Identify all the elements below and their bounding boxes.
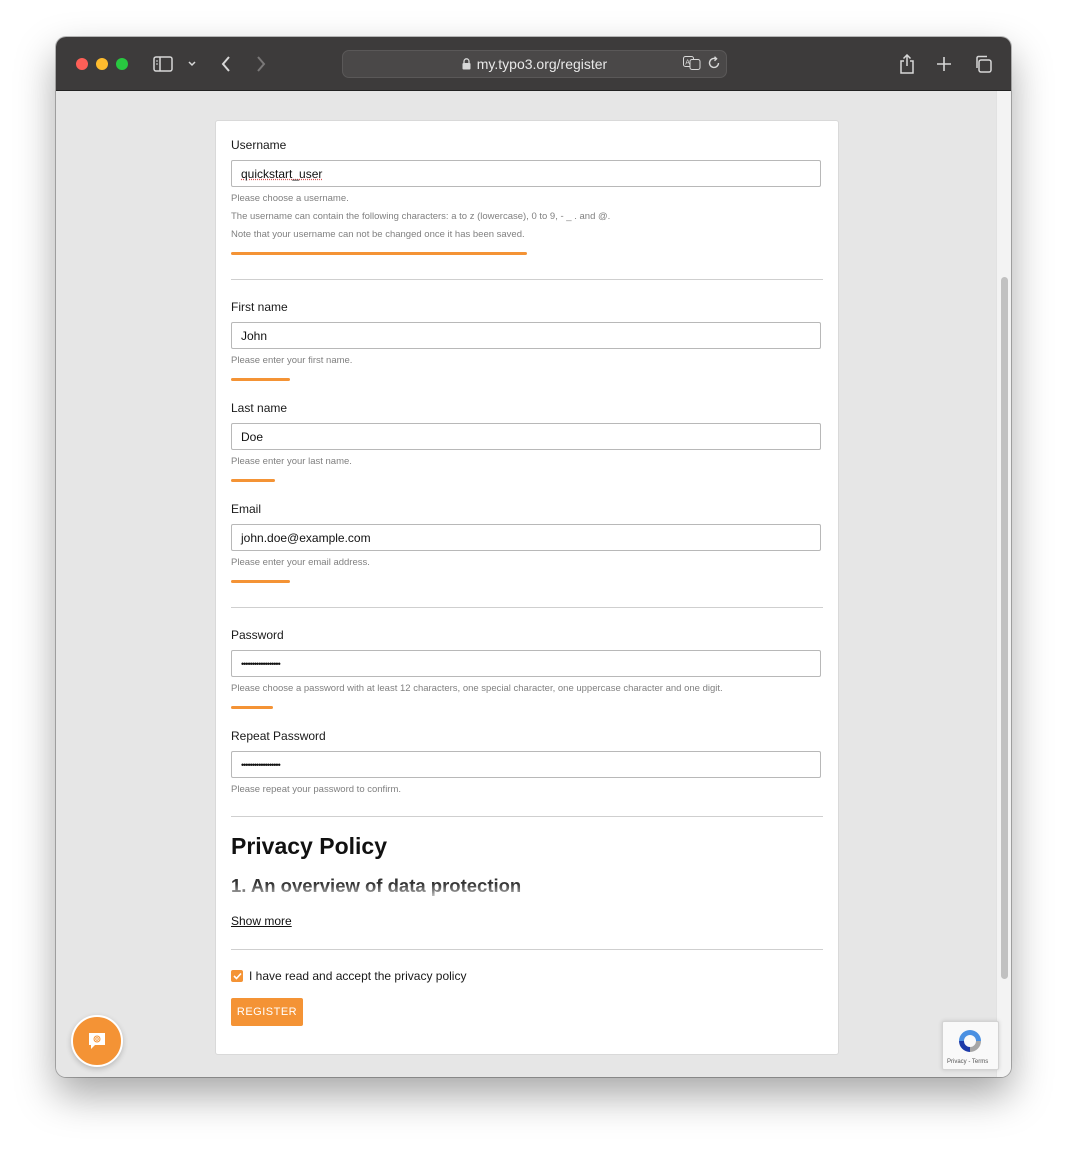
privacy-accept-checkbox[interactable]	[231, 970, 243, 982]
username-help-3: Note that your username can not be chang…	[231, 229, 525, 240]
username-input[interactable]: quickstart_user	[231, 160, 821, 187]
last-name-validity-bar	[231, 479, 275, 482]
divider	[231, 949, 823, 950]
repeat-password-help: Please repeat your password to confirm.	[231, 784, 402, 795]
chat-button[interactable]	[71, 1015, 123, 1067]
password-input[interactable]: ••••••••••••••••••	[231, 650, 821, 677]
svg-text:A: A	[685, 60, 690, 67]
first-name-label: First name	[231, 300, 288, 314]
zoom-window-button[interactable]	[116, 58, 128, 70]
chevron-down-icon[interactable]	[185, 52, 199, 76]
username-validity-bar	[231, 252, 527, 255]
password-help: Please choose a password with at least 1…	[231, 683, 723, 694]
repeat-password-input[interactable]: ••••••••••••••••••	[231, 751, 821, 778]
username-help-2: The username can contain the following c…	[231, 211, 611, 222]
scrollbar-thumb[interactable]	[1001, 277, 1008, 979]
last-name-label: Last name	[231, 401, 288, 415]
privacy-overview-subheading: 1. An overview of data protection	[231, 875, 522, 896]
scrollbar[interactable]	[996, 91, 1011, 1077]
checkmark-icon	[232, 972, 242, 980]
first-name-input[interactable]: John	[231, 322, 821, 349]
browser-toolbar: my.typo3.org/register A	[56, 37, 1011, 91]
username-label: Username	[231, 138, 287, 152]
chat-icon	[89, 1033, 105, 1049]
first-name-validity-bar	[231, 378, 290, 381]
repeat-password-value: ••••••••••••••••••	[241, 759, 281, 770]
last-name-input[interactable]: Doe	[231, 423, 821, 450]
first-name-value: John	[241, 328, 268, 343]
show-more-link[interactable]: Show more	[231, 914, 292, 928]
sidebar-icon[interactable]	[152, 52, 174, 76]
last-name-help: Please enter your last name.	[231, 456, 352, 467]
page-viewport: Username quickstart_user Please choose a…	[56, 91, 1011, 1077]
recaptcha-links[interactable]: Privacy - Terms	[947, 1059, 988, 1065]
registration-form: Username quickstart_user Please choose a…	[215, 120, 839, 1055]
recaptcha-badge[interactable]: Privacy - Terms	[942, 1021, 999, 1070]
close-window-button[interactable]	[76, 58, 88, 70]
recaptcha-icon	[959, 1030, 981, 1052]
back-icon[interactable]	[217, 52, 235, 76]
minimize-window-button[interactable]	[96, 58, 108, 70]
browser-window: my.typo3.org/register A Username quickst	[56, 37, 1011, 1077]
first-name-help: Please enter your first name.	[231, 355, 353, 366]
last-name-value: Doe	[241, 429, 264, 444]
url-text: my.typo3.org/register	[476, 56, 608, 72]
address-bar[interactable]: my.typo3.org/register A	[342, 50, 727, 78]
share-icon[interactable]	[898, 52, 916, 76]
email-input[interactable]: john.doe@example.com	[231, 524, 821, 551]
email-help: Please enter your email address.	[231, 557, 370, 568]
divider	[231, 279, 823, 280]
privacy-accept-label[interactable]: I have read and accept the privacy polic…	[249, 969, 466, 983]
divider	[231, 816, 823, 817]
tab-overview-icon[interactable]	[973, 52, 993, 76]
lock-icon	[462, 58, 471, 70]
new-tab-icon[interactable]	[935, 52, 953, 76]
password-value: ••••••••••••••••••	[241, 658, 281, 669]
repeat-password-label: Repeat Password	[231, 729, 326, 743]
translate-icon[interactable]: A	[683, 56, 701, 70]
password-validity-bar	[231, 706, 273, 709]
register-button[interactable]: REGISTER	[231, 998, 303, 1026]
email-value: john.doe@example.com	[241, 530, 371, 545]
privacy-policy-heading: Privacy Policy	[231, 833, 387, 859]
divider	[231, 607, 823, 608]
forward-icon[interactable]	[252, 52, 270, 76]
email-validity-bar	[231, 580, 290, 583]
reload-icon[interactable]	[707, 56, 721, 70]
username-value: quickstart_user	[241, 166, 323, 181]
password-label: Password	[231, 628, 284, 642]
email-label: Email	[231, 502, 262, 516]
username-help-1: Please choose a username.	[231, 193, 349, 204]
